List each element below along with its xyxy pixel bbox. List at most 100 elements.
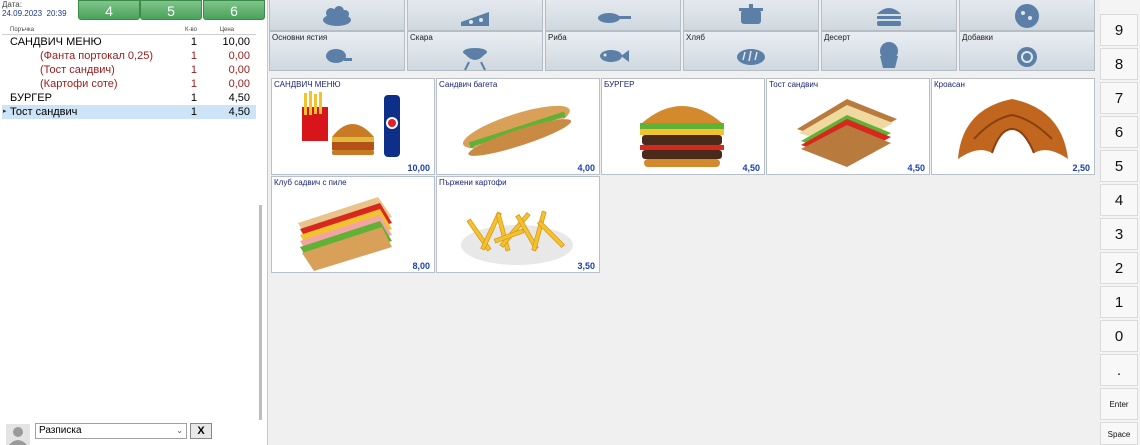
product-name: Пържени картофи (439, 178, 507, 187)
order-item-name: (Фанта портокал 0,25) (40, 50, 154, 62)
baguette-icon (462, 105, 572, 156)
product-tile[interactable]: Кроасан 2,50 (931, 78, 1095, 175)
order-item-name: БУРГЕР (10, 92, 52, 104)
product-name: Клуб садвич с пиле (274, 178, 347, 187)
bread-icon (737, 49, 765, 65)
product-tile[interactable]: Сандвич багета 4,00 (436, 78, 600, 175)
chevron-down-icon: ⌄ (176, 426, 183, 435)
category-label: Риба (548, 33, 567, 42)
row-selector-icon: ▸ (3, 108, 7, 115)
lemon-icon (1017, 47, 1037, 67)
date-box: Дата: 24.09.2023 20:39 (2, 0, 77, 22)
product-price: 4,50 (742, 163, 760, 173)
receipt-type-select[interactable]: Разписка ⌄ (35, 423, 187, 439)
order-row[interactable]: (Тост сандвич) 1 0,00 (2, 63, 256, 77)
order-item-price: 0,00 (228, 78, 250, 90)
product-tile[interactable]: САНДВИЧ МЕНЮ 10,00 (271, 78, 435, 175)
numpad-key[interactable]: 4 (1100, 184, 1138, 216)
column-header-price[interactable]: Цена (197, 25, 252, 34)
order-item-name: (Тост сандвич) (40, 64, 115, 76)
category-label: Добавки (962, 33, 994, 42)
numpad-key[interactable]: 2 (1100, 252, 1138, 284)
category-button[interactable] (545, 0, 681, 31)
product-price: 3,50 (577, 261, 595, 271)
numpad-key[interactable]: 6 (1100, 116, 1138, 148)
numpad-key[interactable]: 9 (1100, 14, 1138, 46)
column-header-qty[interactable]: К-во (167, 25, 197, 34)
numpad-key[interactable]: 7 (1100, 82, 1138, 114)
product-price: 8,00 (412, 261, 430, 271)
order-panel: Дата: 24.09.2023 20:39 4 5 6 Поръчка К-в… (0, 0, 268, 445)
user-icon[interactable] (6, 424, 30, 445)
receipt-type-value: Разписка (39, 425, 82, 436)
order-row[interactable]: (Фанта портокал 0,25) 1 0,00 (2, 49, 256, 63)
pizza-icon (1015, 4, 1039, 28)
order-footer: Разписка ⌄ X (0, 422, 262, 445)
burger-icon (640, 106, 724, 167)
category-button[interactable] (821, 0, 957, 31)
category-button[interactable] (269, 0, 405, 31)
order-scrollbar[interactable] (259, 205, 262, 420)
order-item-qty: 1 (190, 92, 197, 104)
time-value: 20:39 (46, 9, 67, 18)
menu-icon (302, 91, 400, 157)
quick-button-4[interactable]: 4 (78, 0, 140, 20)
pos-screen: Дата: 24.09.2023 20:39 4 5 6 Поръчка К-в… (0, 0, 1140, 445)
order-item-name: Тост сандвич ▸ (3, 106, 78, 118)
category-button[interactable]: Основни ястия (269, 31, 405, 71)
numpad-key[interactable]: Enter (1100, 388, 1138, 420)
category-button[interactable] (407, 0, 543, 31)
product-price: 10,00 (407, 163, 430, 173)
order-grid: Поръчка К-во Цена САНДВИЧ МЕНЮ 1 10,00 (Фан… (2, 25, 256, 119)
order-item-qty: 1 (190, 106, 197, 118)
order-row[interactable]: БУРГЕР 1 4,50 (2, 91, 256, 105)
column-header-order[interactable]: Поръчка (2, 25, 167, 34)
quick-button-5[interactable]: 5 (140, 0, 202, 20)
pan-icon (598, 13, 631, 23)
product-tile[interactable]: Клуб садвич с пиле 8,00 (271, 176, 435, 273)
date-label: Дата: (2, 0, 22, 9)
numpad-key[interactable]: . (1100, 354, 1138, 386)
numpad-key[interactable]: 8 (1100, 48, 1138, 80)
category-label: Скара (410, 33, 433, 42)
numpad-key[interactable]: 3 (1100, 218, 1138, 250)
order-item-price: 4,50 (228, 106, 250, 118)
salad-icon (323, 6, 351, 26)
fish-icon (600, 50, 629, 62)
date-value: 24.09.2023 (2, 9, 43, 18)
order-row[interactable]: (Картофи соте) 1 0,00 (2, 77, 256, 91)
numpad-key[interactable]: Space (1100, 422, 1138, 445)
order-item-price: 10,00 (222, 36, 250, 48)
order-item-price: 0,00 (228, 64, 250, 76)
category-label: Хляб (686, 33, 705, 42)
category-button[interactable]: Скара (407, 31, 543, 71)
order-row[interactable]: Тост сандвич ▸ 1 4,50 (2, 105, 256, 119)
product-price: 4,00 (577, 163, 595, 173)
order-item-qty: 1 (190, 50, 197, 62)
category-button[interactable]: Риба (545, 31, 681, 71)
product-tile[interactable]: БУРГЕР 4,50 (601, 78, 765, 175)
burger-icon (877, 8, 901, 26)
category-button[interactable] (959, 0, 1095, 31)
category-button[interactable] (683, 0, 819, 31)
toast-icon (797, 99, 897, 167)
order-grid-header: Поръчка К-во Цена (2, 25, 256, 35)
order-item-name: САНДВИЧ МЕНЮ (10, 36, 102, 48)
category-button[interactable]: Десерт (821, 31, 957, 71)
clear-button[interactable]: X (190, 423, 212, 439)
product-tile[interactable]: Пържени картофи 3,50 (436, 176, 600, 273)
order-item-name: (Картофи соте) (40, 78, 118, 90)
product-name: БУРГЕР (604, 80, 635, 89)
category-label: Десерт (824, 33, 851, 42)
numpad-key[interactable]: 0 (1100, 320, 1138, 352)
order-item-qty: 1 (190, 36, 197, 48)
order-row[interactable]: САНДВИЧ МЕНЮ 1 10,00 (2, 35, 256, 49)
quick-button-6[interactable]: 6 (203, 0, 265, 20)
numpad-key[interactable]: 1 (1100, 286, 1138, 318)
order-item-qty: 1 (190, 78, 197, 90)
numpad-key[interactable]: 5 (1100, 150, 1138, 182)
category-button[interactable]: Хляб (683, 31, 819, 71)
category-button[interactable]: Добавки (959, 31, 1095, 71)
product-tile[interactable]: Тост сандвич 4,50 (766, 78, 930, 175)
pot-icon (739, 4, 763, 24)
